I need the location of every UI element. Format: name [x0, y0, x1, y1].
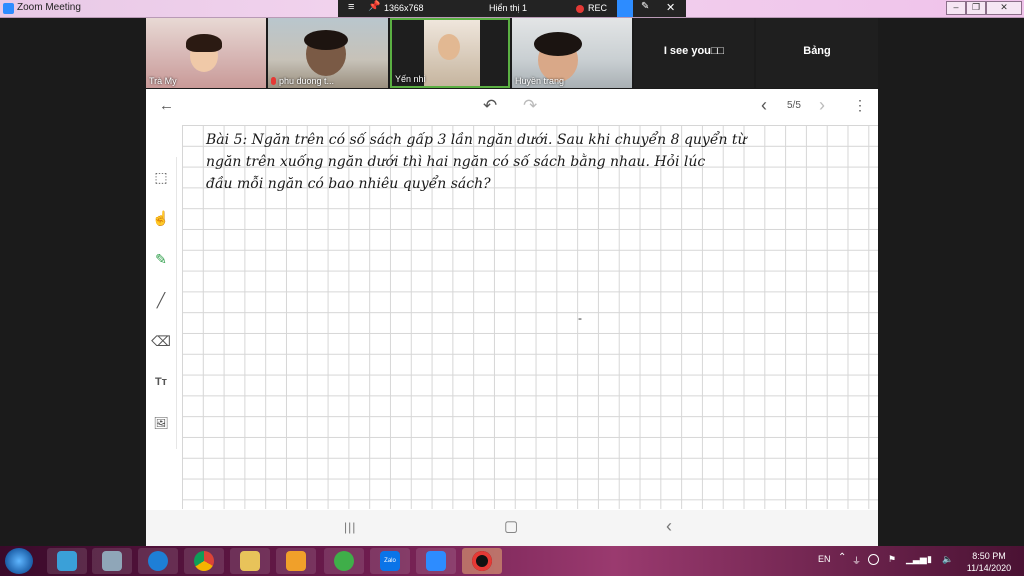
taskbar-app[interactable] — [92, 548, 132, 574]
zoom-logo-icon — [3, 3, 14, 14]
undo-icon[interactable]: ↶ — [483, 96, 497, 116]
paint-app-icon — [102, 551, 122, 571]
taskbar: Zalo EN ⌃ ⏚ ⚑ ▁▃▅ ▮ 🔈 8:50 PM 11/14/2020 — [0, 546, 1024, 576]
taskbar-app[interactable] — [324, 548, 364, 574]
sync-icon[interactable] — [868, 554, 879, 565]
participant-name: Huyền trang — [515, 76, 565, 86]
flag-icon[interactable]: ⚑ — [888, 554, 896, 565]
shared-whiteboard: ← ↶ ↷ ‹ 5/5 › ⋮ ⬚ ☝ ✎ ╱ ⌫ Tт 🖼 Bài 5: Ng… — [146, 89, 878, 546]
participant-tile-no-video[interactable]: I see you□□ — [634, 18, 754, 88]
pen-icon[interactable]: ✎ — [641, 1, 649, 12]
android-nav-bar: ||| ▢ ‹ — [146, 510, 878, 546]
whiteboard-header: ← ↶ ↷ ‹ 5/5 › ⋮ — [146, 89, 878, 125]
recents-icon[interactable]: ||| — [344, 520, 356, 534]
volume-icon[interactable]: 🔈 — [942, 554, 953, 565]
prev-page-icon[interactable]: ‹ — [761, 95, 767, 116]
ccleaner-icon — [334, 551, 354, 571]
taskbar-app[interactable] — [138, 548, 178, 574]
file-explorer-icon — [240, 551, 260, 571]
participant-name: Yến nhi — [395, 74, 426, 84]
clock-date: 11/14/2020 — [966, 563, 1012, 573]
participant-name: phu duong t... — [271, 76, 334, 86]
record-dot-icon — [576, 5, 584, 13]
signal-icon[interactable]: ▁▃▅ — [906, 554, 927, 565]
taskbar-app-active[interactable] — [462, 548, 502, 574]
taskbar-app[interactable] — [184, 548, 224, 574]
stray-mark: - — [578, 311, 582, 325]
network-app-icon — [57, 551, 77, 571]
drawing-toolbar: ⬚ ☝ ✎ ╱ ⌫ Tт 🖼 — [146, 157, 177, 449]
pen-icon[interactable]: ✎ — [151, 249, 171, 269]
battery-icon[interactable]: ▮ — [927, 554, 932, 565]
recording-label[interactable]: REC — [588, 3, 607, 13]
close-share-icon[interactable]: ✕ — [666, 1, 675, 14]
share-control-bar: ≡ 📌 1366x768 Hiển thị 1 REC ✎ ✕ — [338, 0, 686, 17]
media-player-icon — [286, 551, 306, 571]
participant-video — [304, 30, 348, 50]
back-icon[interactable]: ‹ — [666, 516, 672, 537]
select-icon[interactable]: ⬚ — [151, 167, 171, 187]
hand-icon[interactable]: ☝ — [151, 208, 171, 228]
participant-tile-no-video[interactable]: Bảng — [756, 18, 878, 88]
page-indicator: 5/5 — [787, 100, 801, 111]
image-icon[interactable]: 🖼 — [151, 413, 171, 433]
language-indicator[interactable]: EN — [818, 554, 831, 564]
window-title-bar: Zoom Meeting ≡ 📌 1366x768 Hiển thị 1 REC… — [0, 0, 1024, 18]
participant-name-text: phu duong t... — [279, 76, 335, 86]
participant-video — [534, 32, 582, 56]
handwritten-problem: Bài 5: Ngăn trên có số sách gấp 3 lần ng… — [206, 129, 866, 195]
usb-icon[interactable]: ⏚ — [852, 554, 861, 567]
system-clock[interactable]: 8:50 PM 11/14/2020 — [958, 550, 1020, 574]
handwriting-line: Bài 5: Ngăn trên có số sách gấp 3 lần ng… — [206, 132, 747, 148]
eraser-icon[interactable]: ⌫ — [151, 331, 171, 351]
internet-explorer-icon — [148, 551, 168, 571]
line-icon[interactable]: ╱ — [151, 290, 171, 310]
chrome-icon — [194, 551, 214, 571]
text-icon[interactable]: Tт — [151, 372, 171, 392]
home-icon[interactable]: ▢ — [504, 517, 518, 535]
close-button[interactable]: ✕ — [986, 1, 1022, 15]
tray-expand-icon[interactable]: ⌃ — [838, 552, 846, 563]
handwriting-line: ngăn trên xuống ngăn dưới thì hai ngăn c… — [206, 154, 706, 170]
record-icon — [472, 551, 492, 571]
zalo-icon: Zalo — [380, 551, 400, 571]
taskbar-app[interactable] — [416, 548, 456, 574]
taskbar-app[interactable] — [47, 548, 87, 574]
annotate-button[interactable] — [617, 0, 633, 17]
taskbar-app[interactable] — [230, 548, 270, 574]
participant-name: I see you□□ — [663, 45, 725, 57]
maximize-button[interactable]: ❐ — [966, 1, 986, 15]
redo-icon[interactable]: ↷ — [523, 96, 537, 116]
taskbar-app[interactable]: Zalo — [370, 548, 410, 574]
participant-tile[interactable]: Huyền trang — [512, 18, 632, 88]
window-title: Zoom Meeting — [17, 2, 81, 13]
view-selector[interactable]: Hiển thị 1 — [489, 3, 527, 13]
resolution-label: 1366x768 — [384, 3, 424, 13]
handwriting-line: đầu mỗi ngăn có bao nhiêu quyển sách? — [206, 176, 491, 192]
minimize-button[interactable]: – — [946, 1, 966, 15]
participant-strip: Trà My phu duong t... Yến nhi Huyền tran… — [146, 18, 878, 88]
participant-tile[interactable]: phu duong t... — [268, 18, 388, 88]
pin-icon[interactable]: 📌 — [368, 1, 380, 12]
start-button[interactable] — [5, 548, 33, 574]
zoom-icon — [426, 551, 446, 571]
muted-mic-icon — [271, 77, 276, 85]
participant-name: Trà My — [149, 76, 177, 86]
more-options-icon[interactable]: ⋮ — [853, 97, 867, 114]
back-arrow-icon[interactable]: ← — [159, 97, 174, 114]
participant-tile-active[interactable]: Yến nhi — [390, 18, 510, 88]
clock-time: 8:50 PM — [972, 551, 1006, 561]
taskbar-app[interactable] — [276, 548, 316, 574]
menu-icon[interactable]: ≡ — [348, 1, 354, 13]
participant-video — [186, 34, 222, 52]
participant-video — [438, 34, 460, 60]
participant-tile[interactable]: Trà My — [146, 18, 266, 88]
participant-name: Bảng — [803, 45, 831, 57]
next-page-icon[interactable]: › — [819, 95, 825, 116]
